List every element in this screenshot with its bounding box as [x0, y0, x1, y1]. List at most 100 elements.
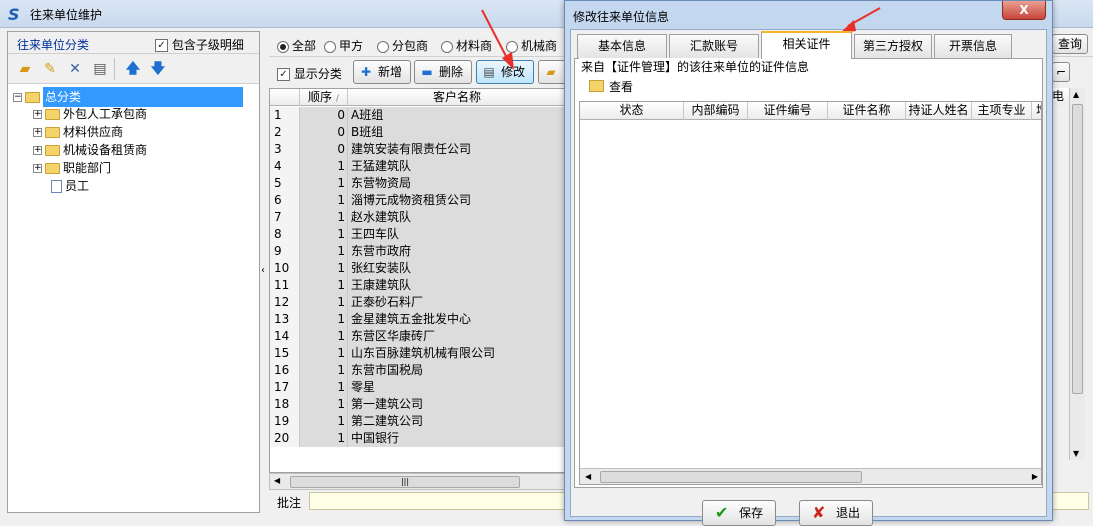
scroll-thumb[interactable]: |||: [290, 476, 520, 488]
customer-name-cell[interactable]: 东营物资局: [348, 175, 564, 192]
table-row[interactable]: 20 1 中国银行: [270, 430, 564, 447]
customer-name-cell[interactable]: 淄博元成物资租赁公司: [348, 192, 564, 209]
scroll-left-icon[interactable]: ◀: [274, 476, 280, 485]
grid-vertical-scrollbar[interactable]: ▲ ▼: [1069, 88, 1085, 460]
table-row[interactable]: 8 1 王四车队: [270, 226, 564, 243]
add-button[interactable]: ✚ 新增: [353, 60, 411, 84]
tab-remittance-account[interactable]: 汇款账号: [669, 34, 759, 58]
edit-category-icon[interactable]: ✎: [41, 60, 59, 78]
order-cell[interactable]: 1: [300, 311, 348, 328]
dialog-close-button[interactable]: X: [1002, 1, 1046, 20]
customer-name-cell[interactable]: 王猛建筑队: [348, 158, 564, 175]
order-cell[interactable]: 1: [300, 158, 348, 175]
table-row[interactable]: 1 0 A班组: [270, 107, 564, 124]
column-header-name[interactable]: 客户名称: [348, 89, 564, 106]
scroll-thumb[interactable]: [1072, 104, 1083, 394]
order-cell[interactable]: 1: [300, 294, 348, 311]
order-cell[interactable]: 1: [300, 413, 348, 430]
expand-icon[interactable]: +: [33, 164, 42, 173]
scroll-up-icon[interactable]: ▲: [1073, 90, 1079, 99]
order-cell[interactable]: 0: [300, 124, 348, 141]
column-header-status[interactable]: 状态: [580, 102, 684, 120]
table-row[interactable]: 10 1 张红安装队: [270, 260, 564, 277]
scroll-right-icon[interactable]: ▶: [1032, 472, 1038, 481]
table-row[interactable]: 17 1 零星: [270, 379, 564, 396]
exit-button[interactable]: ✘ 退出: [799, 500, 873, 526]
table-row[interactable]: 18 1 第一建筑公司: [270, 396, 564, 413]
customer-name-cell[interactable]: 金星建筑五金批发中心: [348, 311, 564, 328]
customer-name-cell[interactable]: 建筑安装有限责任公司: [348, 141, 564, 158]
certificates-horizontal-scrollbar[interactable]: ◀ ▶: [580, 468, 1041, 484]
customer-name-cell[interactable]: A班组: [348, 107, 564, 124]
order-cell[interactable]: 1: [300, 243, 348, 260]
tab-third-party-auth[interactable]: 第三方授权: [854, 34, 932, 58]
tab-invoice-info[interactable]: 开票信息: [934, 34, 1012, 58]
filter-option-all[interactable]: 全部: [277, 37, 316, 54]
table-row[interactable]: 15 1 山东百脉建筑机械有限公司: [270, 345, 564, 362]
order-cell[interactable]: 0: [300, 141, 348, 158]
expand-icon[interactable]: +: [33, 128, 42, 137]
expand-icon[interactable]: +: [33, 146, 42, 155]
view-button[interactable]: 查看: [589, 77, 633, 97]
order-cell[interactable]: 1: [300, 226, 348, 243]
customer-name-cell[interactable]: B班组: [348, 124, 564, 141]
collapse-icon[interactable]: −: [13, 93, 22, 102]
column-header-holder-name[interactable]: 持证人姓名: [906, 102, 972, 120]
grid-horizontal-scrollbar[interactable]: ◀ |||: [269, 473, 565, 490]
order-cell[interactable]: 1: [300, 192, 348, 209]
order-cell[interactable]: 1: [300, 260, 348, 277]
tree-node-materials[interactable]: + 材料供应商: [33, 123, 123, 141]
customer-name-cell[interactable]: 张红安装队: [348, 260, 564, 277]
panel-splitter[interactable]: ‹: [260, 31, 269, 513]
customer-name-cell[interactable]: 王康建筑队: [348, 277, 564, 294]
column-header-cert-number[interactable]: 证件编号: [748, 102, 828, 120]
column-header-partial[interactable]: 增: [1032, 102, 1041, 120]
tree-node-departments[interactable]: + 职能部门: [33, 159, 111, 177]
order-cell[interactable]: 1: [300, 345, 348, 362]
scroll-down-icon[interactable]: ▼: [1073, 449, 1079, 458]
order-cell[interactable]: 1: [300, 430, 348, 447]
order-cell[interactable]: 1: [300, 362, 348, 379]
customer-name-cell[interactable]: 赵水建筑队: [348, 209, 564, 226]
table-row[interactable]: 5 1 东营物资局: [270, 175, 564, 192]
expand-icon[interactable]: +: [33, 110, 42, 119]
table-row[interactable]: 13 1 金星建筑五金批发中心: [270, 311, 564, 328]
table-row[interactable]: 7 1 赵水建筑队: [270, 209, 564, 226]
tree-node-equipment[interactable]: + 机械设备租赁商: [33, 141, 147, 159]
customer-name-cell[interactable]: 第一建筑公司: [348, 396, 564, 413]
tree-node-staff[interactable]: 员工: [48, 177, 89, 195]
order-cell[interactable]: 1: [300, 277, 348, 294]
table-row[interactable]: 6 1 淄博元成物资租赁公司: [270, 192, 564, 209]
add-category-icon[interactable]: ▰: [16, 60, 34, 78]
table-row[interactable]: 3 0 建筑安装有限责任公司: [270, 141, 564, 158]
customer-name-cell[interactable]: 东营市政府: [348, 243, 564, 260]
move-up-icon[interactable]: 🡅: [124, 60, 142, 78]
save-button[interactable]: ✔ 保存: [702, 500, 776, 526]
column-header-order[interactable]: 顺序 /: [300, 89, 348, 106]
filter-option-owner[interactable]: 甲方: [324, 37, 363, 54]
order-cell[interactable]: 1: [300, 328, 348, 345]
order-cell[interactable]: 1: [300, 175, 348, 192]
tab-basic-info[interactable]: 基本信息: [577, 34, 667, 58]
delete-category-icon[interactable]: ✕: [66, 60, 84, 78]
table-row[interactable]: 14 1 东营区华康砖厂: [270, 328, 564, 345]
order-cell[interactable]: 0: [300, 107, 348, 124]
search-button[interactable]: 查询: [1052, 34, 1088, 54]
tab-related-certificates[interactable]: 相关证件: [761, 31, 852, 59]
table-row[interactable]: 12 1 正泰砂石料厂: [270, 294, 564, 311]
table-row[interactable]: 11 1 王康建筑队: [270, 277, 564, 294]
table-row[interactable]: 9 1 东营市政府: [270, 243, 564, 260]
delete-button[interactable]: ▬ 删除: [414, 60, 472, 84]
toolbar-button-partial[interactable]: ⌐: [1052, 62, 1070, 82]
scroll-left-icon[interactable]: ◀: [585, 472, 591, 481]
customer-name-cell[interactable]: 中国银行: [348, 430, 564, 447]
customer-name-cell[interactable]: 东营市国税局: [348, 362, 564, 379]
table-row[interactable]: 19 1 第二建筑公司: [270, 413, 564, 430]
table-row[interactable]: 2 0 B班组: [270, 124, 564, 141]
column-header-internal-code[interactable]: 内部编码: [684, 102, 748, 120]
order-cell[interactable]: 1: [300, 396, 348, 413]
customer-name-cell[interactable]: 东营区华康砖厂: [348, 328, 564, 345]
order-cell[interactable]: 1: [300, 379, 348, 396]
column-header-major[interactable]: 主项专业: [972, 102, 1032, 120]
customer-name-cell[interactable]: 山东百脉建筑机械有限公司: [348, 345, 564, 362]
